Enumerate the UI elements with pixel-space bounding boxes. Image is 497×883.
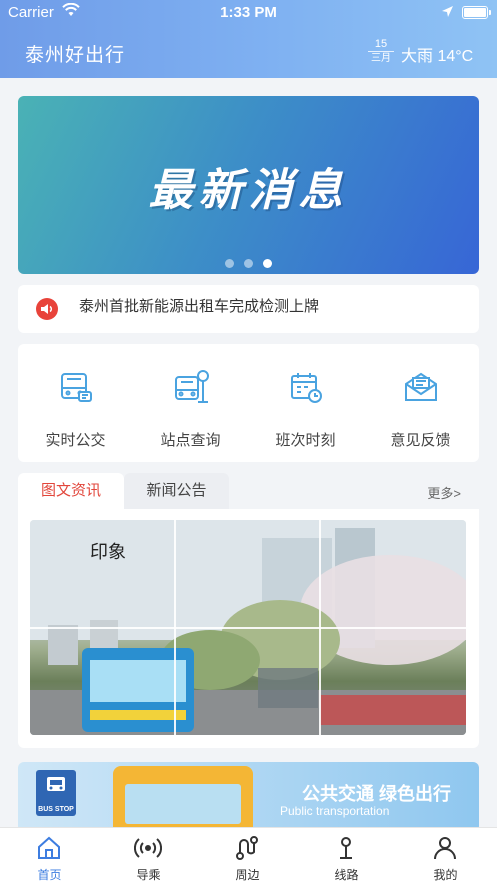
service-feedback[interactable]: 意见反馈 [363,344,478,462]
bus-illustration [113,766,253,832]
tab-label: 线路 [334,868,359,882]
speaker-icon [36,298,58,320]
service-realtime-bus[interactable]: 实时公交 [18,344,133,462]
service-label: 站点查询 [160,432,221,449]
tab-photo-news[interactable]: 图文资讯 [18,473,124,509]
promo-banner[interactable]: BUS STOP 公共交通 绿色出行 Public transportation [18,762,479,832]
tab-nearby[interactable]: 周边 [198,828,297,883]
line-icon [332,834,360,862]
route-icon [233,834,261,862]
photo-divider [30,627,466,629]
tab-label: 首页 [37,868,62,882]
date-display: 15 三月 [368,38,394,65]
bus-stop-sign-icon: BUS STOP [36,770,76,816]
carousel-indicator [0,255,497,273]
user-icon [431,834,459,862]
service-label: 班次时刻 [275,432,336,449]
tab-label: 周边 [235,868,260,882]
weather-info: 大雨 14°C [401,48,474,65]
news-section: 图文资讯 新闻公告 更多> 印象 [18,473,479,748]
news-photo[interactable]: 印象 [30,520,466,735]
date-month: 三月 [368,51,394,65]
app-title: 泰州好出行 [25,45,126,66]
bus-stop-label: BUS STOP [38,806,74,813]
location-arrow-icon [441,5,454,22]
app-header: Carrier 1:33 PM 泰州好出行 15 三月 大雨 14°C [0,0,497,78]
news-banner[interactable]: 最新消息 [18,96,479,274]
svg-text:印象: 印象 [90,542,126,562]
notice-bar[interactable]: 泰州首批新能源出租车完成检测上牌 [18,285,479,333]
service-label: 实时公交 [45,432,106,449]
news-tabs: 图文资讯 新闻公告 更多> [18,473,479,509]
home-icon [35,834,63,862]
date-day: 15 [374,38,388,50]
carousel-dot[interactable] [244,259,253,268]
tab-guide[interactable]: 导乘 [99,828,198,883]
bus-stop-icon [172,368,210,406]
carousel-dot[interactable] [225,259,234,268]
service-station-query[interactable]: 站点查询 [133,344,248,462]
tab-label: 导乘 [136,868,161,882]
promo-slogan: 公共交通 绿色出行 [302,784,452,804]
bottom-tab-bar: 首页 导乘 周边 线路 我的 [0,827,497,883]
status-bar: Carrier 1:33 PM [0,0,497,26]
notice-text: 泰州首批新能源出租车完成检测上牌 [79,298,320,315]
service-grid: 实时公交 站点查询 班次时刻 意见反馈 [18,344,479,462]
feedback-mail-icon [402,368,440,406]
more-link[interactable]: 更多> [427,483,461,502]
battery-icon [462,6,491,19]
tab-label: 我的 [433,868,458,882]
tab-home[interactable]: 首页 [0,828,99,883]
banner-headline: 最新消息 [148,166,349,215]
carousel-dot-active[interactable] [263,259,272,268]
service-schedule[interactable]: 班次时刻 [248,344,363,462]
schedule-icon [287,368,325,406]
promo-slogan-en: Public transportation [280,804,390,818]
signal-icon [133,834,163,862]
tab-profile[interactable]: 我的 [396,828,495,883]
clock: 1:33 PM [220,4,277,21]
tab-lines[interactable]: 线路 [297,828,396,883]
bus-icon [57,368,95,406]
tab-announcements[interactable]: 新闻公告 [124,473,229,509]
service-label: 意见反馈 [390,432,451,449]
